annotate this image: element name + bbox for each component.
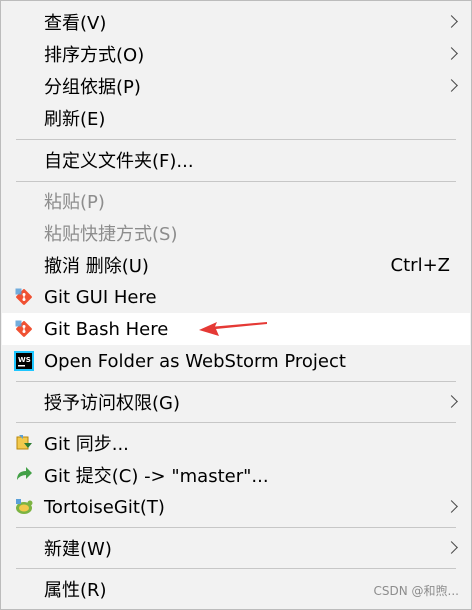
submenu-arrow-icon (445, 500, 458, 513)
menu-item-view[interactable]: 查看(V) (2, 6, 470, 38)
menu-item-paste[interactable]: 粘贴(P) (2, 185, 470, 217)
menu-item-label: 撤消 删除(U) (44, 256, 149, 277)
menu-item-label: TortoiseGit(T) (44, 496, 165, 518)
menu-separator (16, 568, 456, 569)
submenu-arrow-icon (445, 15, 458, 28)
submenu-arrow-icon (445, 47, 458, 60)
menu-item-label: Git 提交(C) -> "master"... (44, 466, 269, 487)
menu-item-label: 属性(R) (44, 580, 107, 601)
menu-item-label: Git GUI Here (44, 286, 157, 308)
submenu-arrow-icon (445, 541, 458, 554)
annotation-arrow-icon (199, 322, 267, 336)
menu-item-label: 刷新(E) (44, 109, 106, 130)
menu-item-git-sync[interactable]: Git 同步... (2, 427, 470, 459)
menu-item-label: 分组依据(P) (44, 77, 141, 98)
webstorm-icon: WS (13, 350, 35, 372)
menu-item-label: 授予访问权限(G) (44, 393, 180, 414)
tortoisegit-icon (13, 496, 35, 518)
menu-item-label: 粘贴快捷方式(S) (44, 224, 178, 245)
menu-item-label: Open Folder as WebStorm Project (44, 350, 346, 372)
menu-item-give-access[interactable]: 授予访问权限(G) (2, 386, 470, 418)
menu-item-open-webstorm-project[interactable]: WS Open Folder as WebStorm Project (2, 345, 470, 377)
menu-item-label: 粘贴(P) (44, 192, 105, 213)
tortoisegit-commit-icon (13, 464, 35, 486)
menu-item-label: Git Bash Here (44, 318, 169, 340)
menu-separator (16, 381, 456, 382)
menu-item-paste-shortcut[interactable]: 粘贴快捷方式(S) (2, 217, 470, 249)
menu-separator (16, 422, 456, 423)
submenu-arrow-icon (445, 395, 458, 408)
menu-item-git-commit[interactable]: Git 提交(C) -> "master"... (2, 459, 470, 491)
menu-item-new[interactable]: 新建(W) (2, 532, 470, 564)
menu-item-group-by[interactable]: 分组依据(P) (2, 70, 470, 102)
menu-item-label: 新建(W) (44, 539, 112, 560)
menu-separator (16, 139, 456, 140)
menu-item-label: Git 同步... (44, 434, 129, 455)
menu-item-shortcut: Ctrl+Z (390, 254, 450, 276)
watermark: CSDN @和煦... (373, 584, 459, 598)
menu-item-customize-folder[interactable]: 自定义文件夹(F)... (2, 144, 470, 176)
svg-text:WS: WS (18, 356, 31, 364)
git-gui-icon (13, 286, 35, 308)
menu-item-git-gui-here[interactable]: Git GUI Here (2, 281, 470, 313)
submenu-arrow-icon (445, 79, 458, 92)
git-bash-icon (13, 318, 35, 340)
menu-item-tortoisegit[interactable]: TortoiseGit(T) (2, 491, 470, 523)
menu-item-label: 自定义文件夹(F)... (44, 151, 194, 172)
menu-item-sort-by[interactable]: 排序方式(O) (2, 38, 470, 70)
menu-item-label: 查看(V) (44, 13, 107, 34)
menu-item-refresh[interactable]: 刷新(E) (2, 102, 470, 134)
menu-item-undo-delete[interactable]: 撤消 删除(U) Ctrl+Z (2, 249, 470, 281)
menu-separator (16, 527, 456, 528)
menu-separator (16, 181, 456, 182)
menu-item-label: 排序方式(O) (44, 45, 145, 66)
context-menu: 查看(V) 排序方式(O) 分组依据(P) 刷新(E) 自定义文件夹(F)...… (0, 0, 472, 610)
tortoisegit-sync-icon (13, 432, 35, 454)
